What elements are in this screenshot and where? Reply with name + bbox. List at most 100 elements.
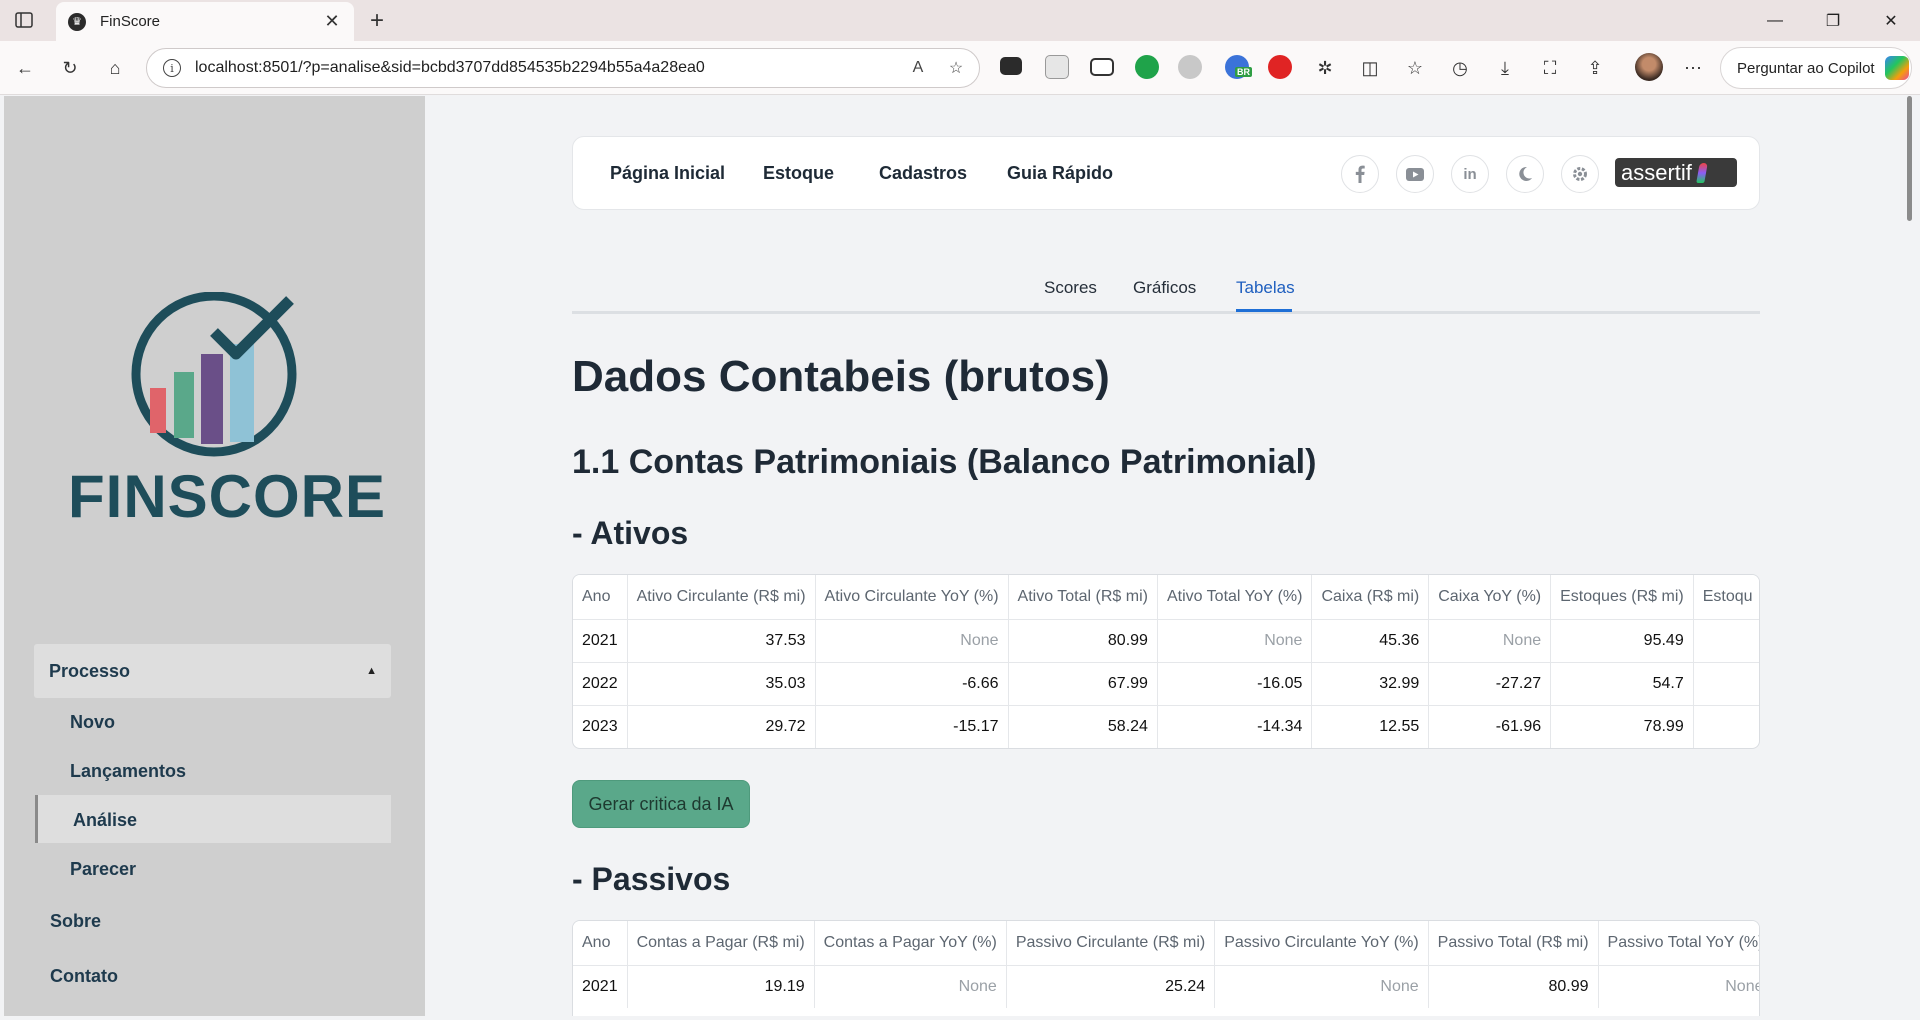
table-cell[interactable]: 19.19 bbox=[627, 965, 815, 1008]
copilot-button[interactable]: Perguntar ao Copilot bbox=[1720, 47, 1912, 89]
col-header[interactable]: Ativo Circulante (R$ mi) bbox=[627, 575, 816, 620]
col-header[interactable]: Ativo Circulante YoY (%) bbox=[815, 575, 1009, 620]
nav-item-contato[interactable]: Contato bbox=[50, 966, 118, 987]
table-cell[interactable] bbox=[1693, 619, 1759, 663]
extension-icon[interactable] bbox=[1000, 57, 1022, 75]
ai-critique-button[interactable]: Gerar critica da IA bbox=[572, 780, 750, 828]
youtube-icon[interactable] bbox=[1396, 155, 1434, 193]
table-cell[interactable]: 80.99 bbox=[1008, 619, 1158, 663]
nav-group-processo[interactable]: Processo ▲ bbox=[34, 644, 391, 698]
table-cell[interactable]: 35.03 bbox=[627, 662, 816, 706]
col-header[interactable]: Estoques (R$ mi) bbox=[1550, 575, 1694, 620]
restore-button[interactable]: ❐ bbox=[1810, 0, 1856, 41]
reload-icon[interactable]: ↻ bbox=[55, 53, 85, 83]
tab-scores[interactable]: Scores bbox=[1044, 278, 1097, 298]
col-header[interactable]: Ativo Total (R$ mi) bbox=[1008, 575, 1158, 620]
col-header[interactable]: Passivo Circulante YoY (%) bbox=[1214, 921, 1429, 966]
col-header[interactable]: Caixa (R$ mi) bbox=[1311, 575, 1430, 620]
table-cell[interactable]: 25.24 bbox=[1006, 965, 1216, 1008]
picture-in-picture-icon[interactable] bbox=[1090, 58, 1114, 76]
ativos-table[interactable]: Ano Ativo Circulante (R$ mi) Ativo Circu… bbox=[572, 574, 1760, 749]
table-cell[interactable]: 2022 bbox=[573, 662, 628, 706]
share-icon[interactable]: ⇪ bbox=[1580, 53, 1610, 83]
screenshot-icon[interactable]: ⛶ bbox=[1535, 53, 1565, 83]
table-cell[interactable]: 2021 bbox=[573, 965, 628, 1008]
table-cell[interactable]: 2021 bbox=[573, 619, 628, 663]
assertif-brand-logo[interactable]: assertif bbox=[1615, 158, 1737, 187]
table-cell[interactable]: 12.55 bbox=[1311, 705, 1430, 748]
url-text[interactable]: localhost:8501/?p=analise&sid=bcbd3707dd… bbox=[195, 59, 903, 77]
split-screen-icon[interactable]: ◫ bbox=[1355, 53, 1385, 83]
nav-link-pagina-inicial[interactable]: Página Inicial bbox=[610, 163, 725, 184]
table-cell[interactable]: 32.99 bbox=[1311, 662, 1430, 706]
nav-item-lancamentos[interactable]: Lançamentos bbox=[70, 761, 186, 782]
address-bar[interactable]: i localhost:8501/?p=analise&sid=bcbd3707… bbox=[146, 48, 980, 88]
more-options-icon[interactable]: ⋯ bbox=[1678, 53, 1708, 83]
nav-item-parecer[interactable]: Parecer bbox=[70, 859, 136, 880]
col-header[interactable]: Contas a Pagar (R$ mi) bbox=[627, 921, 815, 966]
table-cell[interactable] bbox=[1693, 705, 1759, 748]
extension-puzzle-gray-icon[interactable] bbox=[1178, 55, 1202, 79]
downloads-icon[interactable]: ⤓ bbox=[1490, 53, 1520, 83]
nav-item-novo[interactable]: Novo bbox=[70, 712, 115, 733]
col-header[interactable]: Contas a Pagar YoY (%) bbox=[814, 921, 1007, 966]
col-header[interactable]: Passivo Circulante (R$ mi) bbox=[1006, 921, 1216, 966]
table-cell[interactable]: -61.96 bbox=[1428, 705, 1552, 748]
browser-tab[interactable]: ♛ FinScore ✕ bbox=[56, 2, 354, 41]
table-cell[interactable]: -16.05 bbox=[1157, 662, 1313, 706]
tab-close-icon[interactable]: ✕ bbox=[318, 8, 346, 36]
profile-avatar[interactable] bbox=[1635, 53, 1663, 81]
table-cell[interactable]: -15.17 bbox=[815, 705, 1009, 748]
nav-link-estoque[interactable]: Estoque bbox=[763, 163, 834, 184]
table-cell[interactable]: 29.72 bbox=[627, 705, 816, 748]
table-cell[interactable]: 58.24 bbox=[1008, 705, 1158, 748]
col-header[interactable]: Ativo Total YoY (%) bbox=[1157, 575, 1313, 620]
tab-graficos[interactable]: Gráficos bbox=[1133, 278, 1196, 298]
table-cell[interactable]: None bbox=[815, 619, 1009, 663]
gear-icon[interactable] bbox=[1561, 155, 1599, 193]
table-cell[interactable]: -6.66 bbox=[815, 662, 1009, 706]
facebook-icon[interactable] bbox=[1341, 155, 1379, 193]
extensions-icon[interactable]: ✲ bbox=[1310, 53, 1340, 83]
table-cell[interactable]: 37.53 bbox=[627, 619, 816, 663]
table-cell[interactable]: None bbox=[1428, 619, 1552, 663]
table-cell[interactable]: 67.99 bbox=[1008, 662, 1158, 706]
page-icon[interactable] bbox=[1045, 55, 1069, 79]
favorites-icon[interactable]: ☆ bbox=[1400, 53, 1430, 83]
table-cell[interactable]: None bbox=[1598, 965, 1759, 1008]
home-icon[interactable]: ⌂ bbox=[100, 53, 130, 83]
col-header[interactable]: Ano bbox=[573, 575, 628, 620]
table-cell[interactable]: 80.99 bbox=[1428, 965, 1599, 1008]
col-header[interactable]: Passivo Total YoY (%) bbox=[1598, 921, 1759, 966]
col-header[interactable]: Ano bbox=[573, 921, 628, 966]
nav-link-cadastros[interactable]: Cadastros bbox=[879, 163, 967, 184]
col-header[interactable]: Estoqu bbox=[1693, 575, 1759, 620]
page-scrollbar[interactable] bbox=[1900, 96, 1916, 1016]
site-info-icon[interactable]: i bbox=[163, 59, 181, 77]
table-cell[interactable]: None bbox=[814, 965, 1007, 1008]
new-tab-button[interactable]: + bbox=[362, 6, 392, 36]
table-cell[interactable]: None bbox=[1214, 965, 1429, 1008]
favorite-star-icon[interactable]: ☆ bbox=[941, 53, 971, 83]
tab-actions-icon[interactable] bbox=[14, 10, 34, 30]
table-cell[interactable]: 2023 bbox=[573, 705, 628, 748]
history-icon[interactable]: ◷ bbox=[1445, 53, 1475, 83]
table-cell[interactable]: -27.27 bbox=[1428, 662, 1552, 706]
nav-link-guia-rapido[interactable]: Guia Rápido bbox=[1007, 163, 1113, 184]
table-cell[interactable]: -14.34 bbox=[1157, 705, 1313, 748]
table-cell[interactable] bbox=[1693, 662, 1759, 706]
nav-item-sobre[interactable]: Sobre bbox=[50, 911, 101, 932]
minimize-button[interactable]: — bbox=[1752, 0, 1798, 41]
table-cell[interactable]: 45.36 bbox=[1311, 619, 1430, 663]
vpn-icon[interactable]: BR bbox=[1225, 55, 1252, 79]
opera-icon[interactable] bbox=[1268, 55, 1292, 79]
table-cell[interactable]: 78.99 bbox=[1550, 705, 1694, 748]
read-aloud-icon[interactable]: A bbox=[903, 53, 933, 83]
table-cell[interactable]: 95.49 bbox=[1550, 619, 1694, 663]
evernote-icon[interactable] bbox=[1135, 55, 1159, 79]
back-icon[interactable]: ← bbox=[10, 53, 40, 83]
col-header[interactable]: Caixa YoY (%) bbox=[1428, 575, 1552, 620]
table-cell[interactable]: None bbox=[1157, 619, 1313, 663]
col-header[interactable]: Passivo Total (R$ mi) bbox=[1428, 921, 1599, 966]
nav-item-analise[interactable]: Análise bbox=[73, 810, 137, 831]
